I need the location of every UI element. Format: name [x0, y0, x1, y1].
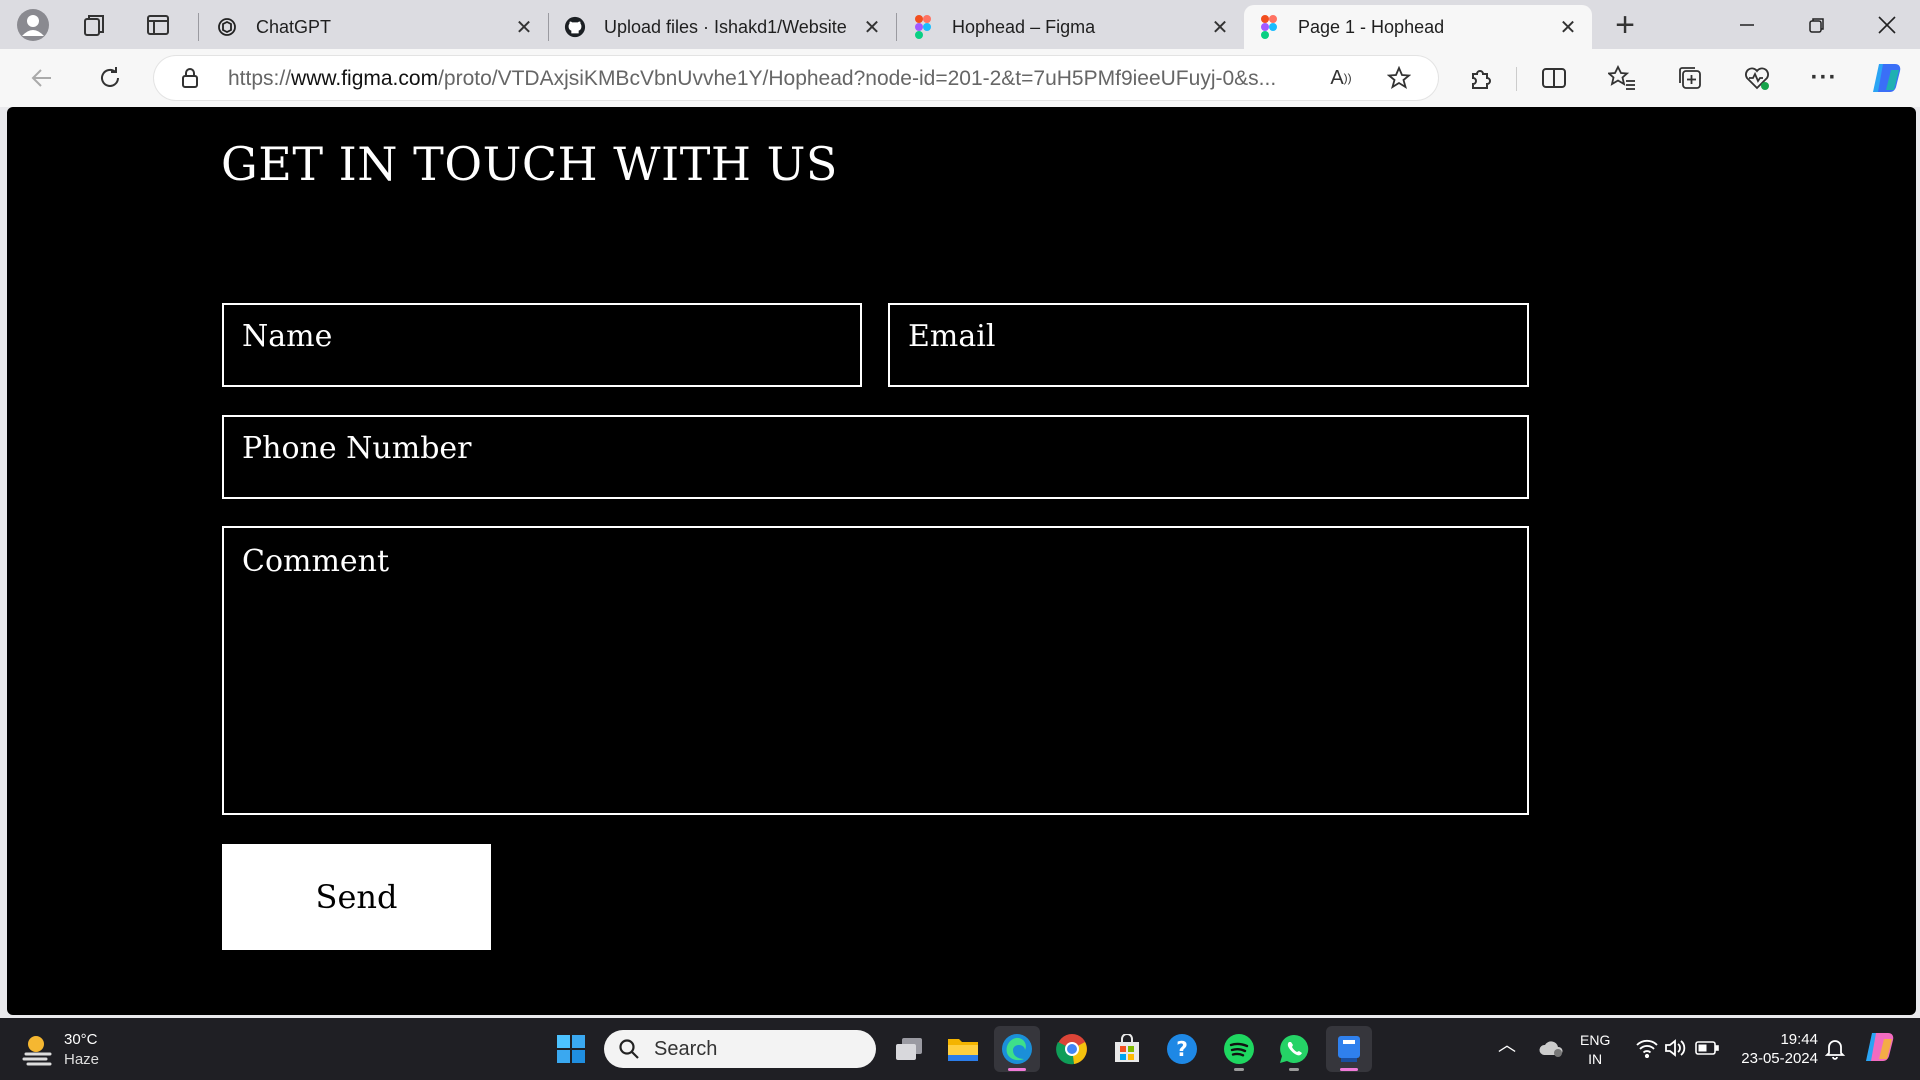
- search-icon: [619, 1039, 639, 1059]
- figma-icon: [1258, 15, 1280, 39]
- weather-desc[interactable]: Haze: [64, 1050, 99, 1069]
- comment-field-label: Comment: [242, 544, 390, 579]
- notifications-icon[interactable]: [1824, 1038, 1846, 1065]
- tab-github-upload[interactable]: Upload files · Ishakd1/Website ✕: [550, 5, 896, 49]
- comment-field[interactable]: Comment: [222, 526, 1529, 815]
- copilot-icon[interactable]: [1867, 58, 1907, 98]
- spotify-icon[interactable]: [1216, 1026, 1262, 1072]
- help-icon[interactable]: ?: [1159, 1026, 1205, 1072]
- tab-label: Hophead – Figma: [952, 16, 1096, 37]
- toolbar-divider: [1516, 67, 1517, 91]
- close-icon[interactable]: ✕: [514, 17, 534, 39]
- profile-icon[interactable]: [14, 6, 52, 44]
- battery-icon[interactable]: [1695, 1040, 1719, 1061]
- chatgpt-icon: [216, 16, 238, 38]
- onedrive-icon[interactable]: [1538, 1038, 1564, 1063]
- favorites-icon[interactable]: [1602, 58, 1642, 98]
- browser-essentials-icon[interactable]: [1737, 58, 1777, 98]
- svg-text:?: ?: [1176, 1037, 1188, 1061]
- windows-start-icon[interactable]: [548, 1026, 594, 1072]
- send-button[interactable]: Send: [222, 844, 491, 950]
- wifi-icon[interactable]: [1636, 1038, 1658, 1063]
- extensions-icon[interactable]: [1461, 58, 1501, 98]
- region-code: IN: [1588, 1051, 1603, 1067]
- tab-separator: [198, 13, 199, 41]
- url-path: /proto/VTDAxjsiKMBcVbnUvvhe1Y/Hophead?no…: [438, 67, 1277, 90]
- file-explorer-icon[interactable]: [940, 1026, 986, 1072]
- more-icon[interactable]: ···: [1804, 58, 1844, 98]
- volume-icon[interactable]: [1664, 1038, 1686, 1063]
- language-indicator[interactable]: ENG IN: [1580, 1031, 1610, 1069]
- read-aloud-icon[interactable]: A)): [1328, 65, 1354, 91]
- tab-separator: [896, 13, 897, 41]
- email-field-label: Email: [908, 319, 996, 354]
- url-prefix: https://: [228, 67, 292, 90]
- workspaces-icon[interactable]: [76, 6, 114, 44]
- address-bar[interactable]: https://www.figma.com/proto/VTDAxjsiKMBc…: [154, 56, 1438, 100]
- tab-label: Page 1 - Hophead: [1298, 16, 1445, 37]
- clock[interactable]: 19:44 23-05-2024: [1732, 1030, 1818, 1068]
- back-icon[interactable]: [22, 58, 62, 98]
- tab-label: ChatGPT: [256, 16, 332, 37]
- taskbar-search-label: Search: [654, 1037, 718, 1060]
- tab-label: Upload files · Ishakd1/Website: [604, 16, 847, 37]
- name-field-label: Name: [242, 319, 333, 354]
- close-icon[interactable]: ✕: [1210, 17, 1230, 39]
- close-icon[interactable]: ✕: [1558, 17, 1578, 39]
- tab-separator: [548, 13, 549, 41]
- store-icon[interactable]: [1104, 1026, 1150, 1072]
- clock-time: 19:44: [1780, 1031, 1818, 1048]
- chrome-icon[interactable]: [1049, 1026, 1095, 1072]
- chevron-up-icon[interactable]: ︿: [1498, 1036, 1516, 1055]
- restore-icon[interactable]: [1782, 0, 1852, 49]
- whatsapp-icon[interactable]: [1271, 1026, 1317, 1072]
- phone-number-field[interactable]: Phone Number: [222, 415, 1529, 499]
- phone-field-label: Phone Number: [242, 431, 472, 466]
- weather-icon[interactable]: [20, 1030, 56, 1071]
- page-title: GET IN TOUCH WITH US: [221, 137, 838, 191]
- clock-date: 23-05-2024: [1741, 1050, 1818, 1067]
- url-text[interactable]: https://www.figma.com/proto/VTDAxjsiKMBc…: [228, 67, 1308, 91]
- refresh-icon[interactable]: [90, 58, 130, 98]
- split-screen-icon[interactable]: [1534, 58, 1574, 98]
- new-tab-icon[interactable]: +: [1606, 6, 1644, 44]
- task-view-icon[interactable]: [886, 1026, 932, 1072]
- figma-icon: [912, 15, 934, 39]
- windows-taskbar: 30°C Haze Search ? ︿ ENG IN 19:44 23-05-…: [0, 1018, 1920, 1080]
- minimize-icon[interactable]: [1712, 0, 1782, 49]
- email-field[interactable]: Email: [888, 303, 1529, 387]
- language-code: ENG: [1580, 1032, 1611, 1048]
- collections-icon[interactable]: [1670, 58, 1710, 98]
- tab-page1-hophead[interactable]: Page 1 - Hophead ✕: [1244, 5, 1592, 49]
- edge-icon[interactable]: [994, 1026, 1040, 1072]
- tab-actions-icon[interactable]: [139, 6, 177, 44]
- favorite-star-icon[interactable]: [1386, 65, 1412, 91]
- prototype-canvas: GET IN TOUCH WITH US Name Email Phone Nu…: [7, 107, 1916, 1015]
- tab-hophead-figma[interactable]: Hophead – Figma ✕: [898, 5, 1244, 49]
- url-domain: www.figma.com: [291, 67, 439, 90]
- weather-temp[interactable]: 30°C: [64, 1030, 98, 1049]
- name-field[interactable]: Name: [222, 303, 862, 387]
- taskbar-search-box[interactable]: Search: [604, 1030, 876, 1068]
- browser-tab-strip: ChatGPT ✕ Upload files · Ishakd1/Website…: [0, 0, 1920, 49]
- copilot-taskbar-icon[interactable]: [1862, 1031, 1898, 1070]
- lock-icon[interactable]: [180, 67, 200, 94]
- browser-toolbar: https://www.figma.com/proto/VTDAxjsiKMBc…: [0, 49, 1920, 107]
- close-window-icon[interactable]: [1852, 0, 1920, 49]
- github-icon: [564, 16, 586, 38]
- tab-chatgpt[interactable]: ChatGPT ✕: [202, 5, 548, 49]
- close-icon[interactable]: ✕: [862, 17, 882, 39]
- figma-app-icon[interactable]: [1326, 1026, 1372, 1072]
